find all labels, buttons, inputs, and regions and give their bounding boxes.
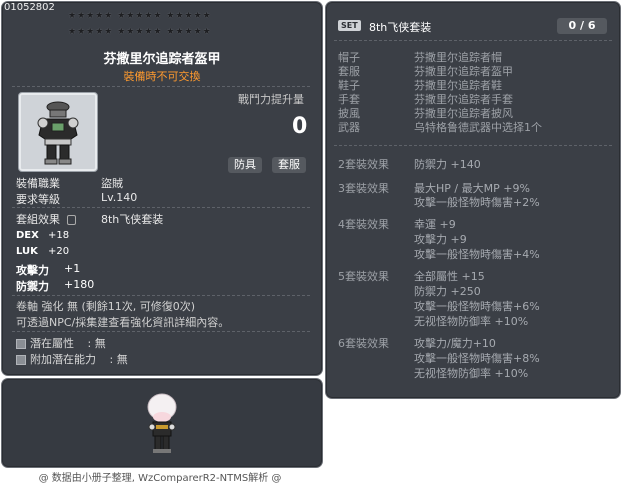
bonus-potential-grade-icon [16, 355, 26, 365]
set-effect-line: 防禦力 +140 [414, 158, 481, 171]
stat-value: +18 [48, 230, 70, 241]
set-effect-2-label: 2套裝效果 [338, 158, 389, 171]
set-effect-4-label: 4套裝效果 [338, 218, 389, 231]
divider [12, 295, 310, 296]
avatar-preview-panel [1, 378, 323, 468]
divider [334, 145, 612, 146]
bonus-potential-value: : 無 [109, 353, 128, 366]
item-name: 芬撒里尔追踪者盔甲 [103, 52, 221, 67]
trade-restriction: 裝備時不可交換 [123, 70, 201, 83]
set-effect-6-label: 6套裝效果 [338, 337, 389, 350]
set-effect-line: 幸運 +9 [414, 218, 456, 231]
set-effect-5-label: 5套裝效果 [338, 270, 389, 283]
job-row: 裝備職業 盜賊 [16, 175, 123, 191]
divider [12, 207, 310, 208]
set-part-name: 乌特格鲁德武器中选择1个 [414, 121, 542, 134]
job-value: 盜賊 [101, 177, 123, 190]
star-row-1: ★★★★★ ★★★★★ ★★★★★ [68, 11, 212, 21]
level-row: 要求等級 Lv.140 [16, 191, 137, 207]
tag-overall: 套服 [272, 157, 306, 173]
stat-attack: 攻擊力 +1 [16, 262, 80, 278]
potential-label: 潛在屬性 [30, 337, 74, 350]
set-effect-line: 无视怪物防御率 +10% [414, 315, 529, 328]
stat-name: 防禦力 [16, 280, 49, 293]
level-value: Lv.140 [101, 191, 138, 204]
set-effect-value: 8th飞侠套装 [101, 213, 164, 226]
bonus-potential-label: 附加潛在能力 [30, 353, 96, 366]
set-effect-label: 套組效果 [16, 213, 60, 226]
set-effect-row: 套組效果 8th飞侠套装 [16, 211, 163, 227]
scroll-note: 卷軸 強化 無 (剩餘11次, 可修復0次) [16, 300, 196, 313]
tag-armor: 防具 [228, 157, 262, 173]
stat-defense: 防禦力 +180 [16, 278, 94, 294]
set-effect-3-label: 3套裝效果 [338, 182, 389, 195]
stat-luk: LUK +20 [16, 246, 69, 257]
power-value: 0 [292, 114, 308, 139]
potential-value: : 無 [87, 337, 106, 350]
potential-row: 潛在屬性 : 無 [16, 335, 106, 351]
divider [12, 331, 310, 332]
set-effect-line: 攻擊力 +9 [414, 233, 467, 246]
divider [334, 40, 612, 41]
divider [12, 86, 310, 87]
set-name: 8th飞侠套装 [369, 21, 432, 34]
set-count: 0 / 6 [557, 18, 607, 34]
lock-icon [66, 215, 76, 225]
set-effect-line: 攻擊一般怪物時傷害+4% [414, 248, 540, 261]
item-id: 01052802 [4, 2, 55, 13]
set-effect-line: 防禦力 +250 [414, 285, 481, 298]
set-badge: SET [338, 20, 361, 31]
power-label: 戰鬥力提升量 [238, 93, 304, 106]
potential-grade-icon [16, 339, 26, 349]
item-tooltip-panel: 01052802 ★★★★★ ★★★★★ ★★★★★ ★★★★★ ★★★★★ ★… [1, 1, 323, 376]
stat-name: 攻擊力 [16, 264, 49, 277]
stat-value: +20 [48, 246, 70, 257]
job-label: 裝備職業 [16, 177, 60, 190]
set-effect-line: 攻擊力/魔力+10 [414, 337, 496, 350]
star-row-2: ★★★★★ ★★★★★ ★★★★★ [68, 27, 212, 37]
set-effect-line: 攻擊一般怪物時傷害+6% [414, 300, 540, 313]
set-part-row: 武器 乌特格鲁德武器中选择1个 [338, 119, 542, 135]
set-effect-line: 全部屬性 +15 [414, 270, 485, 283]
stat-value: +1 [64, 262, 81, 275]
set-info-panel: SET 8th飞侠套装 0 / 6 帽子 芬撒里尔追踪者帽 套服 芬撒里尔追踪者盔甲… [325, 1, 621, 399]
stat-name: DEX [16, 230, 39, 241]
character-preview [147, 393, 177, 453]
set-effect-line: 无视怪物防御率 +10% [414, 367, 529, 380]
level-label: 要求等級 [16, 193, 60, 206]
item-icon [18, 92, 98, 172]
set-part-slot: 武器 [338, 121, 360, 134]
bonus-potential-row: 附加潛在能力 : 無 [16, 351, 128, 367]
enhance-note: 可透過NPC/採集建查看強化資訊詳細內容。 [16, 316, 230, 329]
stat-value: +180 [64, 278, 95, 291]
set-effect-line: 攻擊一般怪物時傷害+8% [414, 352, 540, 365]
footer-credit: @ 数据由小册子整理, WzComparerR2-NTMS解析 @ [38, 473, 282, 484]
stat-name: LUK [16, 246, 38, 257]
set-effect-line: 攻擊一般怪物時傷害+2% [414, 196, 540, 209]
stat-dex: DEX +18 [16, 230, 69, 241]
